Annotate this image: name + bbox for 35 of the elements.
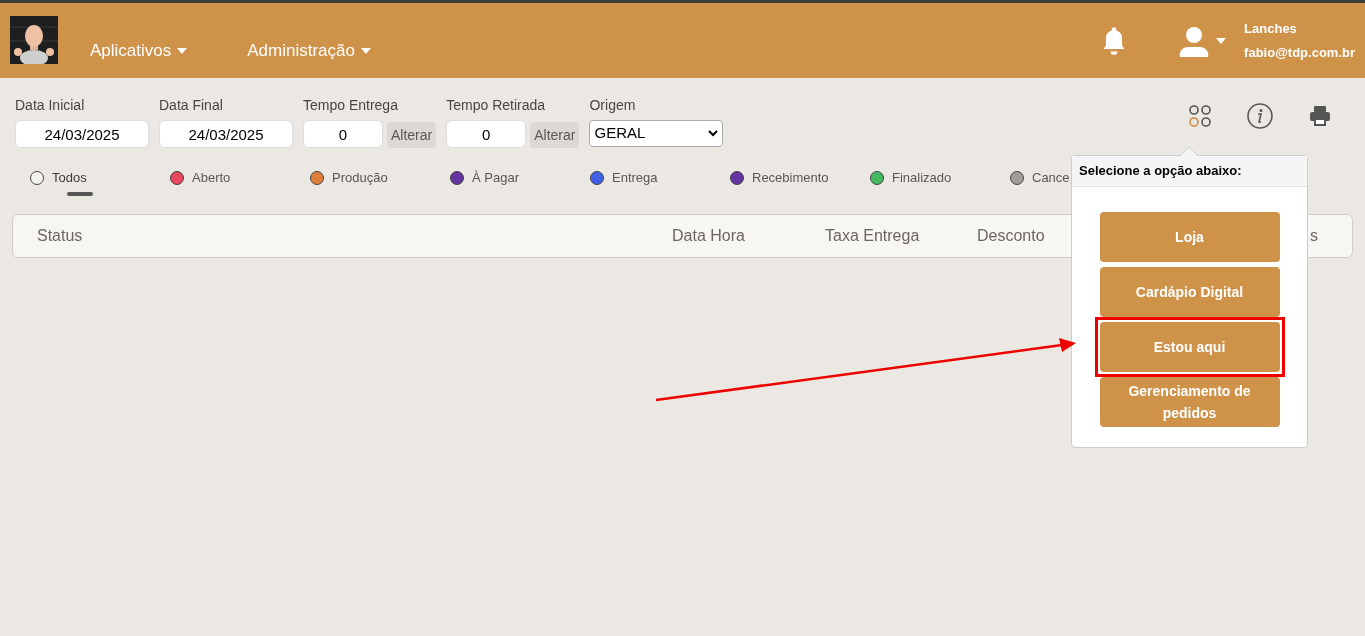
status-filter[interactable]: Produção	[310, 168, 388, 196]
info-icon[interactable]	[1247, 103, 1273, 129]
status-filter[interactable]: À Pagar	[450, 168, 519, 196]
column-header: Desconto	[977, 225, 1046, 246]
input-field[interactable]: 0	[303, 120, 383, 148]
caret-icon	[177, 47, 188, 54]
field-label: Tempo Retirada	[446, 96, 547, 115]
input-field[interactable]: 24/03/2025	[15, 120, 149, 148]
alterar-button[interactable]: Alterar	[387, 122, 437, 148]
user-icon	[1178, 24, 1211, 57]
field-label: Data Inicial	[15, 96, 86, 115]
column-header: Data Hora	[672, 225, 746, 246]
apps-grid-icon[interactable]	[1189, 105, 1211, 127]
status-filter[interactable]: Recebimento	[730, 168, 829, 196]
account-name: Lanches	[1244, 20, 1298, 38]
caret-icon	[1216, 37, 1227, 44]
user-menu-button[interactable]	[1178, 24, 1227, 57]
caret-icon	[361, 47, 371, 54]
status-filter[interactable]: Finalizado	[870, 168, 952, 196]
column-header: s	[1310, 225, 1318, 246]
status-filter[interactable]: Aberto	[170, 168, 233, 196]
status-filter[interactable]: Entrega	[590, 168, 658, 196]
status-filter[interactable]: Todos	[30, 168, 93, 196]
chevron-icon	[708, 130, 719, 137]
print-icon[interactable]	[1309, 105, 1331, 127]
origem-select[interactable]: GERAL	[589, 120, 724, 147]
column-header: Taxa Entrega	[825, 225, 921, 246]
field-label: Tempo Entrega	[303, 96, 399, 115]
input-field[interactable]: 24/03/2025	[159, 120, 293, 148]
alterar-button[interactable]: Alterar	[530, 122, 580, 148]
field-label: Origem	[589, 96, 637, 115]
field-label: Data Final	[159, 96, 224, 115]
column-header: Status	[37, 225, 84, 246]
input-field[interactable]: 0	[446, 120, 527, 148]
account-email: fabio@tdp.com.br	[1244, 43, 1355, 62]
